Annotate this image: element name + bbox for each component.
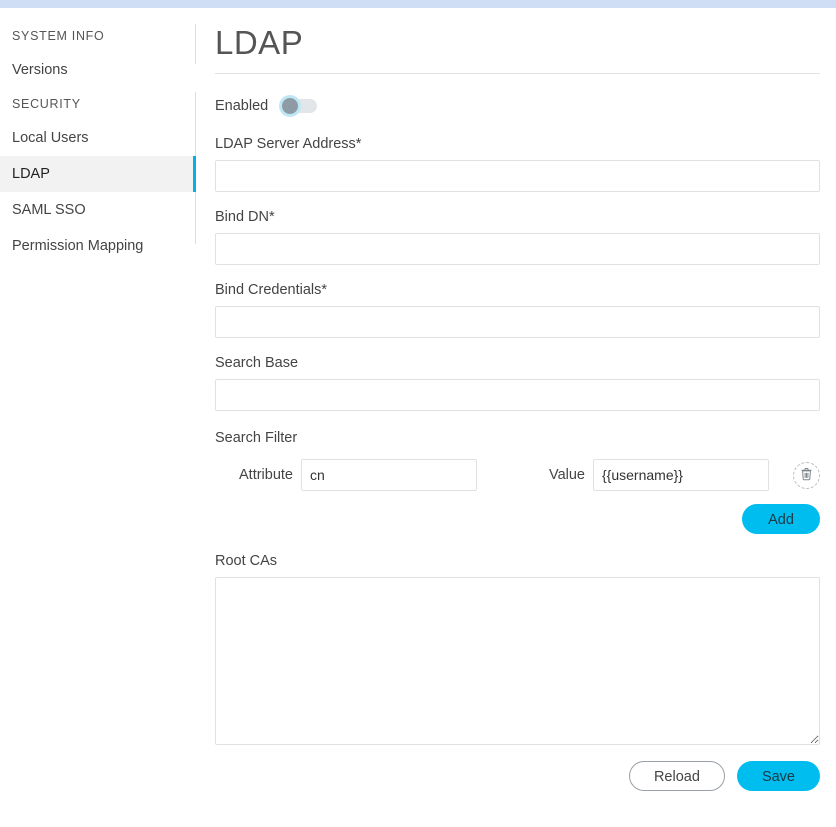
root-cas-textarea[interactable] [215,577,820,745]
search-base-label: Search Base [215,355,299,371]
root-cas-label: Root CAs [215,553,278,569]
bind-dn-label: Bind DN* [215,209,275,225]
sidebar-group-security: SECURITY Local Users LDAP SAML SSO Permi… [0,88,196,264]
server-address-label: LDAP Server Address* [215,136,362,152]
app-root: SYSTEM INFO Versions SECURITY Local User… [0,8,836,827]
bind-credentials-input[interactable] [215,306,820,338]
trash-icon [800,467,813,484]
bind-dn-input[interactable] [215,233,820,265]
value-input[interactable] [593,459,769,491]
sidebar-item-ldap[interactable]: LDAP [0,156,196,192]
add-button[interactable]: Add [742,504,820,534]
field-server-address: LDAP Server Address* [215,135,820,192]
sidebar-item-label: SAML SSO [12,202,86,218]
server-address-input[interactable] [215,160,820,192]
sidebar-item-saml-sso[interactable]: SAML SSO [0,192,196,228]
form-actions: Reload Save [215,761,820,791]
sidebar-group-title-system-info: SYSTEM INFO [12,29,105,43]
search-filter-label: Search Filter [215,430,298,446]
search-filter-section: Search Filter Attribute Value [215,429,820,534]
enabled-toggle[interactable] [279,95,319,117]
sidebar: SYSTEM INFO Versions SECURITY Local User… [0,8,196,827]
sidebar-item-versions[interactable]: Versions [0,52,196,88]
sidebar-item-permission-mapping[interactable]: Permission Mapping [0,228,196,264]
sidebar-group-title-security: SECURITY [12,97,81,111]
field-search-base: Search Base [215,354,820,411]
field-root-cas: Root CAs [215,552,820,745]
delete-filter-button[interactable] [793,461,820,489]
enabled-row: Enabled [215,93,820,119]
save-button[interactable]: Save [736,761,820,791]
top-accent-bar [0,0,836,8]
sidebar-item-label: Versions [12,62,68,78]
reload-button[interactable]: Reload [628,761,725,791]
search-filter-row: Attribute Value [215,459,820,491]
sidebar-group-system-info: SYSTEM INFO Versions [0,20,196,88]
search-base-input[interactable] [215,379,820,411]
sidebar-item-label: LDAP [12,166,50,182]
title-divider [215,73,820,74]
field-bind-credentials: Bind Credentials* [215,281,820,338]
value-label: Value [548,467,585,483]
sidebar-item-label: Local Users [12,130,89,146]
enabled-label: Enabled [215,98,269,114]
main-content: LDAP Enabled LDAP Server Address* Bind D… [196,8,836,827]
attribute-input[interactable] [301,459,477,491]
add-filter-row: Add [215,504,820,534]
bind-credentials-label: Bind Credentials* [215,282,328,298]
field-bind-dn: Bind DN* [215,208,820,265]
attribute-label: Attribute [239,467,293,483]
sidebar-item-label: Permission Mapping [12,238,144,254]
page-title: LDAP [215,24,304,61]
sidebar-item-local-users[interactable]: Local Users [0,120,196,156]
